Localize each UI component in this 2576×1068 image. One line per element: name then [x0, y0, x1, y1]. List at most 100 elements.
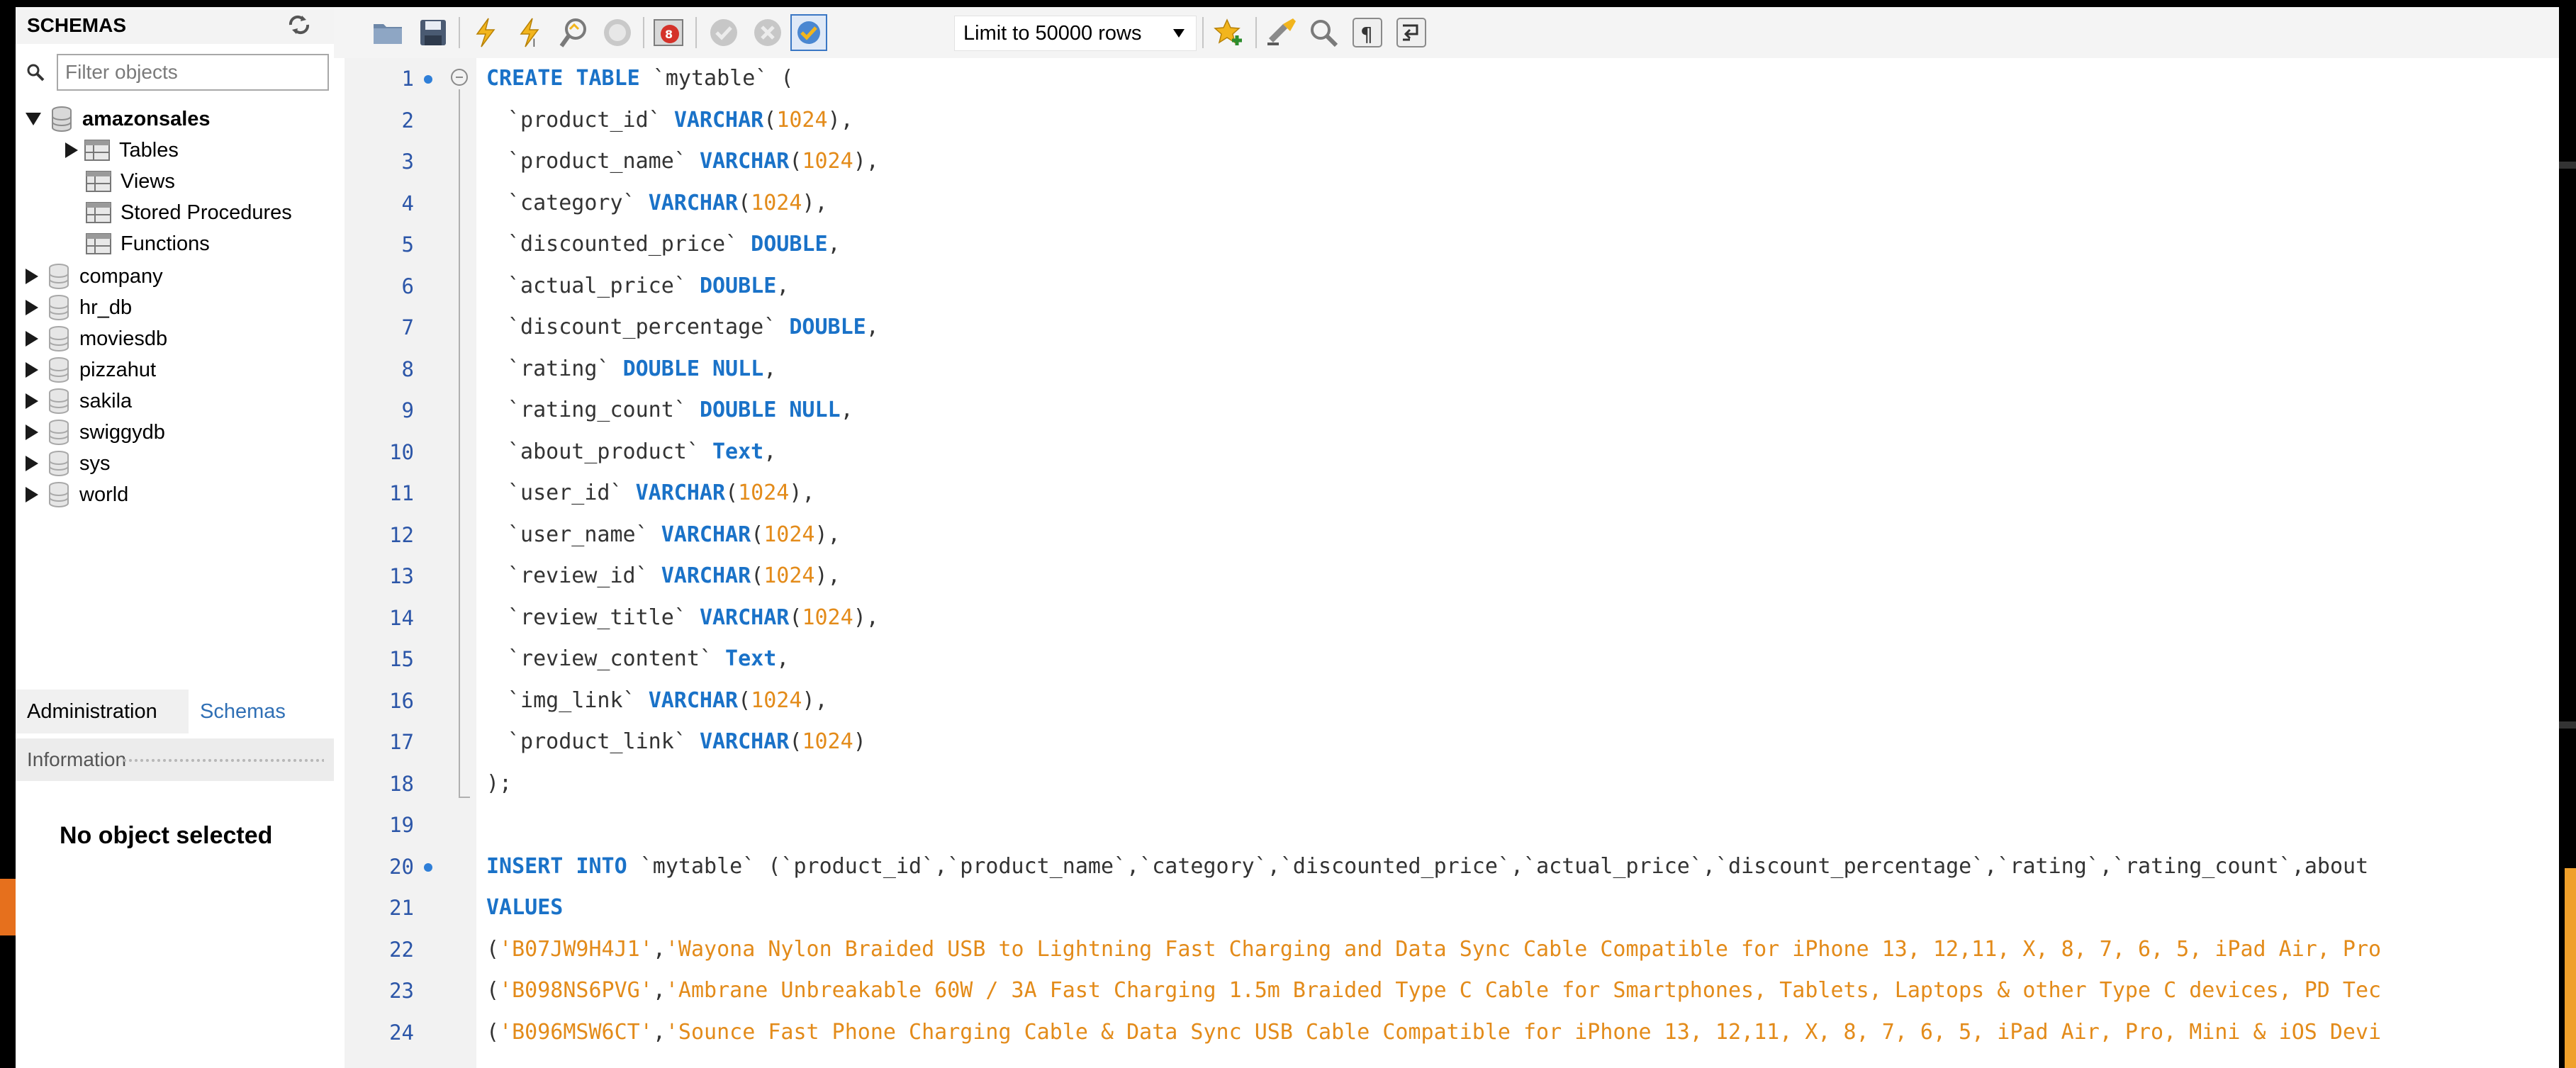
schema-name: amazonsales: [82, 107, 211, 130]
code-text: INSERT INTO `mytable` (`product_id`,`pro…: [486, 853, 2369, 879]
code-line[interactable]: 14 `review_title` VARCHAR(1024),: [345, 597, 2559, 639]
tree-item-label: Views: [121, 169, 175, 193]
line-number: 15: [389, 647, 414, 671]
code-line[interactable]: 21 VALUES: [345, 887, 2559, 928]
autocommit-icon[interactable]: [790, 14, 827, 51]
expand-arrow-icon[interactable]: [26, 269, 38, 284]
code-line[interactable]: 19: [345, 804, 2559, 845]
code-line[interactable]: 22 ('B07JW9H4J1','Wayona Nylon Braided US…: [345, 929, 2559, 970]
svg-text:¶: ¶: [1360, 23, 1373, 46]
code-text: `about_product` Text,: [508, 439, 777, 464]
code-line[interactable]: 10 `about_product` Text,: [345, 432, 2559, 473]
code-line[interactable]: 12 `user_name` VARCHAR(1024),: [345, 515, 2559, 556]
beautify-icon[interactable]: [1264, 14, 1301, 51]
line-number: 13: [389, 564, 414, 588]
limit-rows-dropdown[interactable]: Limit to 50000 rows: [954, 16, 1197, 51]
schema-company[interactable]: company: [26, 261, 163, 292]
refresh-icon[interactable]: [285, 13, 313, 37]
code-line[interactable]: 6 `actual_price` DOUBLE,: [345, 266, 2559, 307]
schema-amazonsales[interactable]: amazonsales: [26, 103, 211, 135]
schema-hr-db[interactable]: hr_db: [26, 292, 132, 323]
stop-icon[interactable]: [599, 14, 636, 51]
expand-arrow-icon[interactable]: [26, 393, 38, 409]
rollback-icon[interactable]: [749, 14, 786, 51]
code-text: `product_name` VARCHAR(1024),: [508, 149, 879, 174]
tree-item-views[interactable]: Views: [85, 166, 175, 197]
tree-item-tables[interactable]: Tables: [65, 135, 179, 166]
wrap-icon[interactable]: [1393, 14, 1430, 51]
database-icon: [48, 482, 69, 507]
code-line[interactable]: 11 `user_id` VARCHAR(1024),: [345, 473, 2559, 514]
line-number: 6: [401, 274, 414, 298]
tree-item-stored-procedures[interactable]: Stored Procedures: [85, 197, 292, 228]
code-line[interactable]: 16 `img_link` VARCHAR(1024),: [345, 680, 2559, 721]
expand-arrow-icon[interactable]: [26, 456, 38, 471]
code-line[interactable]: 2 `product_id` VARCHAR(1024),: [345, 100, 2559, 141]
tree-item-label: Functions: [121, 232, 210, 255]
invisible-chars-icon[interactable]: ¶: [1349, 14, 1386, 51]
bookmark-icon[interactable]: [1211, 14, 1248, 51]
commit-icon[interactable]: [705, 14, 742, 51]
expand-arrow-icon[interactable]: [26, 362, 38, 378]
tree-item-functions[interactable]: Functions: [85, 228, 210, 259]
code-line[interactable]: 3 `product_name` VARCHAR(1024),: [345, 141, 2559, 182]
find-icon[interactable]: [1305, 14, 1342, 51]
expand-arrow-icon[interactable]: [26, 300, 38, 315]
search-icon: [26, 62, 45, 82]
chevron-down-icon: [1173, 29, 1185, 38]
code-text: );: [486, 770, 513, 796]
panel-grip[interactable]: [122, 758, 324, 763]
code-line[interactable]: 5 `discounted_price` DOUBLE,: [345, 224, 2559, 265]
expand-arrow-icon[interactable]: [26, 487, 38, 502]
collapse-arrow-icon[interactable]: [26, 113, 41, 125]
explain-icon[interactable]: [556, 14, 593, 51]
tab-schemas[interactable]: Schemas: [189, 690, 346, 733]
code-line[interactable]: 15 `review_content` Text,: [345, 639, 2559, 680]
code-text: `product_link` VARCHAR(1024): [508, 729, 866, 754]
line-number: 4: [401, 191, 414, 215]
code-line[interactable]: 8 `rating` DOUBLE NULL,: [345, 349, 2559, 390]
expand-arrow-icon[interactable]: [26, 425, 38, 440]
filter-objects-input[interactable]: [57, 54, 329, 91]
schemas-title: SCHEMAS: [27, 14, 127, 36]
table-folder-icon: [84, 139, 111, 162]
code-line[interactable]: 23 ('B098NS6PVG','Ambrane Unbreakable 60W…: [345, 970, 2559, 1011]
procedure-folder-icon: [85, 201, 112, 224]
schema-sys[interactable]: sys: [26, 448, 111, 479]
code-line[interactable]: 4 `category` VARCHAR(1024),: [345, 183, 2559, 224]
line-number: 18: [389, 771, 414, 796]
code-line[interactable]: 13 `review_id` VARCHAR(1024),: [345, 556, 2559, 597]
save-icon[interactable]: [415, 14, 452, 51]
execute-icon[interactable]: [467, 14, 504, 51]
code-line[interactable]: 18);: [345, 763, 2559, 804]
schema-pizzahut[interactable]: pizzahut: [26, 354, 156, 386]
svg-text:I: I: [532, 36, 536, 48]
expand-arrow-icon[interactable]: [26, 331, 38, 347]
schema-world[interactable]: world: [26, 479, 128, 510]
execute-current-icon[interactable]: I: [511, 14, 548, 51]
code-text: `img_link` VARCHAR(1024),: [508, 687, 828, 713]
no-object-selected: No object selected: [60, 822, 273, 849]
schema-sakila[interactable]: sakila: [26, 386, 132, 417]
expand-arrow-icon[interactable]: [65, 142, 78, 158]
schema-swiggydb[interactable]: swiggydb: [26, 417, 165, 448]
sql-editor-toolbar: I 8 Limit to 50000 rows ¶: [334, 7, 2559, 58]
code-line[interactable]: 24 ('B096MSW6CT','Sounce Fast Phone Charg…: [345, 1012, 2559, 1053]
code-line[interactable]: 20 INSERT INTO `mytable` (`product_id`,`p…: [345, 846, 2559, 887]
fold-toggle-icon[interactable]: [451, 69, 468, 86]
database-icon: [48, 264, 69, 289]
code-text: `actual_price` DOUBLE,: [508, 273, 790, 298]
code-line[interactable]: 9 `rating_count` DOUBLE NULL,: [345, 390, 2559, 431]
code-text: ('B07JW9H4J1','Wayona Nylon Braided USB …: [486, 936, 2382, 962]
sql-editor[interactable]: 1 CREATE TABLE `mytable` (2 `product_id` V…: [345, 58, 2559, 1068]
schema-moviesdb[interactable]: moviesdb: [26, 323, 167, 354]
code-line[interactable]: 7 `discount_percentage` DOUBLE,: [345, 307, 2559, 348]
schema-name: sakila: [79, 389, 133, 412]
tab-administration[interactable]: Administration: [16, 690, 211, 733]
toggle-stop-on-error-icon[interactable]: 8: [651, 14, 688, 51]
open-folder-icon[interactable]: [369, 14, 406, 51]
schema-name: hr_db: [79, 296, 133, 319]
code-line[interactable]: 1 CREATE TABLE `mytable` (: [345, 58, 2559, 99]
code-line[interactable]: 17 `product_link` VARCHAR(1024): [345, 721, 2559, 763]
code-text: ('B096MSW6CT','Sounce Fast Phone Chargin…: [486, 1019, 2382, 1045]
